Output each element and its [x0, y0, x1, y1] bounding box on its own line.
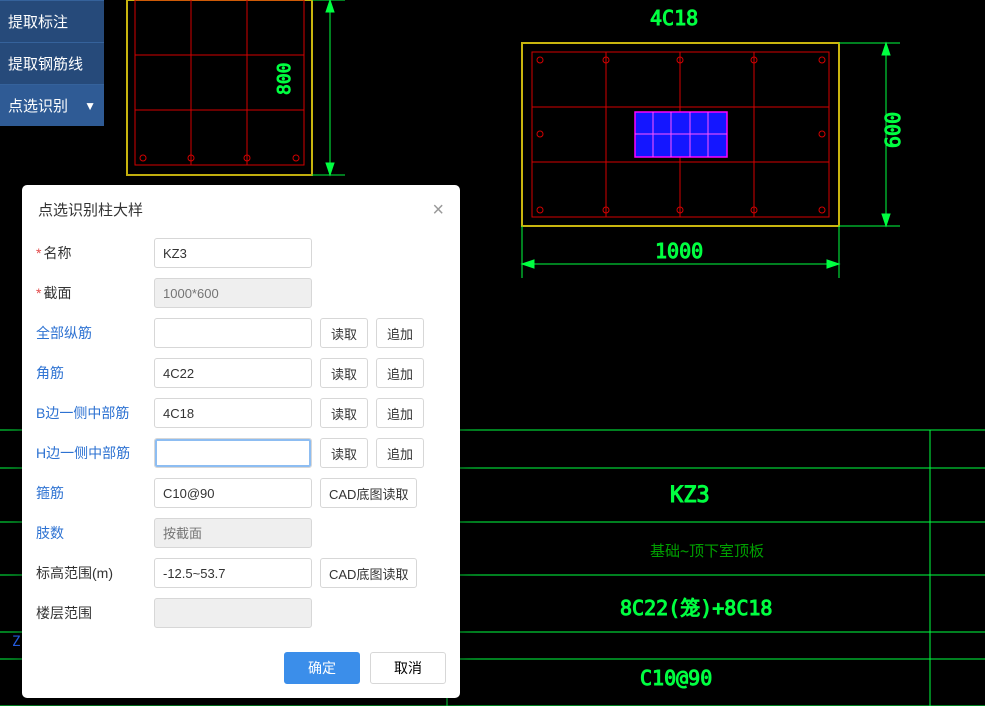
- append-button-hmid[interactable]: 追加: [376, 438, 424, 468]
- svg-text:Z: Z: [12, 634, 20, 650]
- tool-extract-annotation[interactable]: 提取标注: [0, 0, 104, 42]
- tool-label: 提取标注: [8, 11, 68, 32]
- read-button-hmid[interactable]: 读取: [320, 438, 368, 468]
- read-button-bmid[interactable]: 读取: [320, 398, 368, 428]
- section-field[interactable]: [154, 278, 312, 308]
- append-button-allrebar[interactable]: 追加: [376, 318, 424, 348]
- elev-field[interactable]: [154, 558, 312, 588]
- label-name: 名称: [36, 243, 146, 263]
- label-section: 截面: [36, 283, 146, 303]
- floor-field[interactable]: [154, 598, 312, 628]
- tool-point-recognize[interactable]: 点选识别 ▼: [0, 84, 104, 126]
- read-button-corner[interactable]: 读取: [320, 358, 368, 388]
- cad-read-elev[interactable]: CAD底图读取: [320, 558, 417, 588]
- chevron-down-icon: ▼: [84, 99, 96, 113]
- hmid-field[interactable]: [154, 438, 312, 468]
- tool-extract-rebar-line[interactable]: 提取钢筋线: [0, 42, 104, 84]
- selection-grip[interactable]: [635, 112, 727, 157]
- top-rebar-label: 4C18: [650, 6, 698, 30]
- tool-label: 点选识别: [8, 95, 68, 116]
- kz3-cell: KZ3: [670, 483, 710, 508]
- middle-note: 基础~顶下室顶板: [650, 542, 764, 560]
- corner-field[interactable]: [154, 358, 312, 388]
- close-icon[interactable]: ×: [432, 200, 444, 220]
- name-field[interactable]: [154, 238, 312, 268]
- legs-field[interactable]: [154, 518, 312, 548]
- dim-600-label: 600: [881, 112, 905, 148]
- label-stirrup[interactable]: 箍筋: [36, 483, 146, 503]
- cancel-button[interactable]: 取消: [370, 652, 446, 684]
- left-toolbar: 提取标注 提取钢筋线 点选识别 ▼: [0, 0, 104, 126]
- rebar-combo: 8C22(笼)+8C18: [620, 596, 772, 620]
- append-button-bmid[interactable]: 追加: [376, 398, 424, 428]
- bmid-field[interactable]: [154, 398, 312, 428]
- label-bmid[interactable]: B边一侧中部筋: [36, 403, 146, 423]
- label-all-rebar[interactable]: 全部纵筋: [36, 323, 146, 343]
- column-recognize-dialog: 点选识别柱大样 × 名称 截面 全部纵筋 读取 追加 角筋 读取 追加 B边一侧…: [22, 185, 460, 698]
- label-corner[interactable]: 角筋: [36, 363, 146, 383]
- label-elev: 标高范围(m): [36, 563, 146, 583]
- ok-button[interactable]: 确定: [284, 652, 360, 684]
- label-floor: 楼层范围: [36, 603, 146, 623]
- dim-800-label: 800: [274, 62, 295, 95]
- dialog-title: 点选识别柱大样: [38, 199, 143, 220]
- tool-label: 提取钢筋线: [8, 53, 83, 74]
- c10-90-right: C10@90: [640, 666, 712, 690]
- label-legs[interactable]: 肢数: [36, 523, 146, 543]
- stirrup-field[interactable]: [154, 478, 312, 508]
- all-rebar-field[interactable]: [154, 318, 312, 348]
- cad-read-stirrup[interactable]: CAD底图读取: [320, 478, 417, 508]
- read-button-allrebar[interactable]: 读取: [320, 318, 368, 348]
- append-button-corner[interactable]: 追加: [376, 358, 424, 388]
- label-hmid[interactable]: H边一侧中部筋: [36, 443, 146, 463]
- dim-1000-label: 1000: [655, 239, 703, 263]
